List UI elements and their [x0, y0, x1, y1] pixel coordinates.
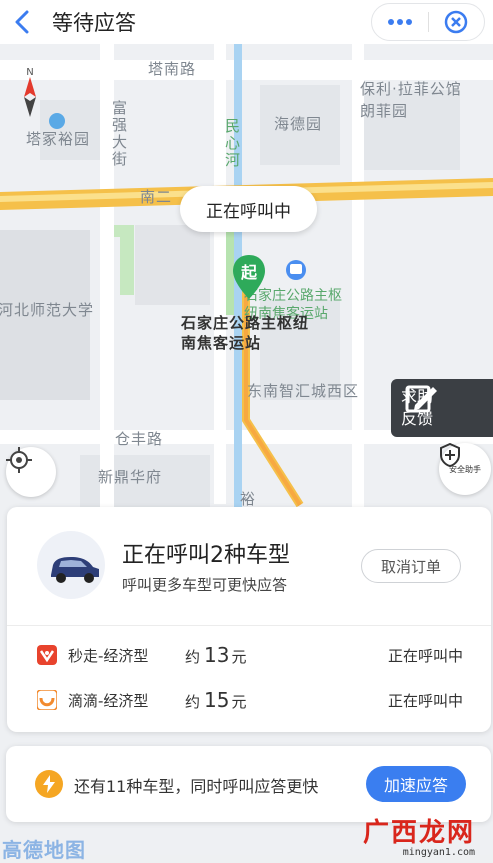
cancel-order-button[interactable]: 取消订单 — [361, 549, 461, 583]
edit-icon — [405, 385, 437, 413]
list-item: 滴滴-经济型 约 15 元 正在呼叫中 — [7, 685, 491, 715]
map-label-fuqiangdajie: 富强大街 — [110, 100, 128, 168]
price-estimate: 约 15 元 — [185, 688, 246, 712]
price-unit: 元 — [231, 693, 247, 711]
top-actions — [371, 3, 485, 41]
map-label-dongnanzhihui: 东南智汇城西区 — [247, 382, 360, 400]
pickup-label-line2: 南焦客运站 — [181, 334, 262, 352]
car-icon — [37, 531, 105, 599]
calling-card: 正在呼叫2种车型 呼叫更多车型可更快应答 取消订单 秒走-经济型 约 13 元 正在… — [7, 507, 491, 732]
pickup-label-line1: 石家庄公路主枢纽 — [181, 314, 310, 332]
price-unit: 元 — [231, 648, 247, 666]
watermark: 广西龙网 mingyan1.com — [363, 812, 475, 858]
car-type-name: 滴滴-经济型 — [68, 691, 149, 710]
calling-bubble: 正在呼叫中 — [180, 186, 317, 232]
map-label-nanerhuan: 南二 — [140, 188, 173, 206]
more-dots-icon — [387, 19, 412, 25]
speed-up-card: 还有11种车型，同时呼叫应答更快 加速应答 — [6, 746, 491, 822]
car-type-name: 秒走-经济型 — [68, 646, 149, 665]
divider — [7, 625, 491, 626]
watermark-title: 广西龙网 — [363, 818, 476, 848]
map-label-cangfenglu: 仓丰路 — [115, 430, 164, 448]
approx-label: 约 — [185, 693, 201, 711]
lightning-icon — [35, 770, 63, 798]
speed-up-button[interactable]: 加速应答 — [366, 766, 466, 802]
locate-icon — [6, 447, 32, 473]
close-circle-icon — [445, 10, 468, 34]
shield-icon — [440, 443, 460, 467]
map-label-tananlu: 塔南路 — [148, 60, 197, 78]
more-car-types-text: 还有11种车型，同时呼叫应答更快 — [74, 777, 319, 796]
map-label-minxinhe: 民心河 — [223, 118, 241, 169]
map-label-hebeishida: 河北师范大学 — [0, 301, 95, 319]
approx-label: 约 — [185, 648, 201, 666]
watermark-url: mingyan1.com — [402, 847, 476, 858]
amap-logo: 高德地图 — [2, 838, 86, 862]
miaozou-logo-icon — [37, 645, 57, 665]
start-pin-label: 起 — [240, 263, 258, 282]
map-label-tajiayuyuan: 塔冢裕园 — [26, 130, 91, 148]
price-value: 15 — [204, 688, 230, 712]
back-button[interactable] — [0, 0, 44, 44]
map-label-xindinghuafu: 新鼎华府 — [98, 468, 163, 486]
top-bar: 等待应答 — [0, 0, 493, 44]
svg-text:N: N — [26, 67, 33, 78]
map-label-baoli: 保利·拉菲公馆朗菲园 — [360, 80, 462, 120]
page-title: 等待应答 — [52, 11, 136, 35]
status-text: 正在呼叫中 — [387, 691, 463, 710]
status-text: 正在呼叫中 — [387, 646, 463, 665]
price-estimate: 约 13 元 — [185, 643, 246, 667]
map-label-yu: 裕 — [240, 490, 257, 508]
didi-logo-icon — [37, 690, 57, 710]
safety-assistant-button[interactable]: 安全助手 — [439, 443, 491, 495]
price-value: 13 — [204, 643, 230, 667]
list-item: 秒走-经济型 约 13 元 正在呼叫中 — [7, 640, 491, 670]
help-feedback-button[interactable]: 求助 反馈 — [391, 379, 493, 437]
back-arrow-icon — [15, 10, 29, 34]
card-title: 正在呼叫2种车型 — [122, 543, 290, 568]
more-button[interactable] — [372, 4, 428, 40]
card-subtitle: 呼叫更多车型可更快应答 — [122, 576, 288, 594]
close-button[interactable] — [429, 4, 485, 40]
map-label-haideyuan: 海德园 — [274, 115, 323, 133]
locate-button[interactable] — [6, 447, 56, 497]
